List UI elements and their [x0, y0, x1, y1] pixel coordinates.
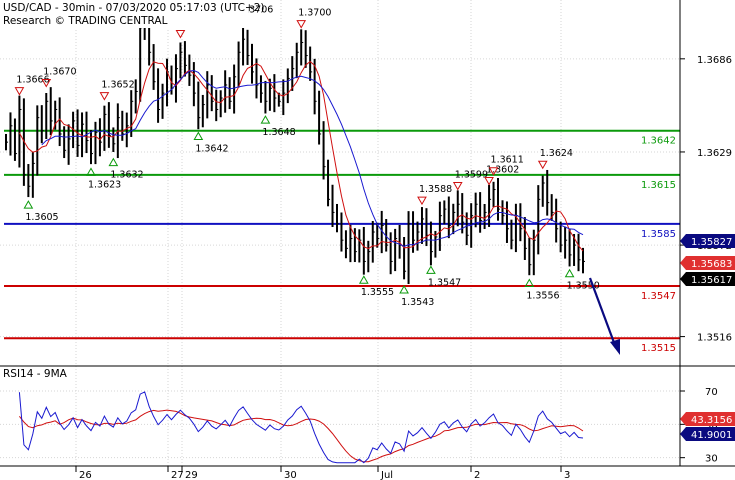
peak-label: 1.3670: [43, 67, 76, 78]
peak-label: 1.3700: [298, 8, 331, 19]
x-tick-label: 30: [284, 470, 297, 480]
price-tag-label: 1.35617: [691, 275, 732, 286]
x-tick-label: Jul: [380, 470, 393, 480]
trough-label: 1.3623: [88, 179, 121, 190]
trough-label: 1.3543: [401, 297, 434, 308]
y-tick-label: 1.3629: [697, 148, 732, 159]
rsi-title: RSI14 - 9MA: [3, 368, 68, 380]
y-tick-label: 1.3516: [697, 333, 732, 344]
rsi-tag-label: 43.3156: [691, 415, 732, 426]
x-tick-label: 29: [185, 470, 198, 480]
peak-label: 1.3624: [540, 148, 573, 159]
rsi-y-tick-label: 30: [705, 454, 718, 465]
trough-label: 1.3648: [262, 127, 295, 138]
level-label: 1.3547: [641, 291, 676, 302]
trough-label: 1.3556: [526, 291, 559, 302]
price-tag-label: 1.35827: [691, 237, 732, 248]
trough-label: 1.3605: [25, 212, 58, 223]
x-tick-label: 3: [564, 470, 570, 480]
trough-label: 1.3547: [428, 277, 461, 288]
peak-label: 1.3652: [101, 80, 134, 91]
rsi-panel-bg: [0, 366, 680, 466]
trough-label: 1.3555: [361, 287, 394, 298]
y-tick-label: 1.3686: [697, 55, 732, 66]
chart-title: USD/CAD - 30min - 07/03/2020 05:17:03 (U…: [3, 2, 265, 14]
level-label: 1.3642: [641, 136, 676, 147]
x-tick-label: 26: [79, 470, 92, 480]
peak-label: 1.3611: [491, 155, 524, 166]
level-label: 1.3515: [641, 343, 676, 354]
peak-label: 1.3588: [419, 184, 452, 195]
trough-label: 1.3642: [195, 143, 228, 154]
rsi-y-tick-label: 70: [705, 387, 718, 398]
price-chart: 1.36421.36151.35851.35471.3515 1.36661.3…: [0, 0, 735, 480]
level-label: 1.3615: [641, 180, 676, 191]
chart-subtitle: Research © TRADING CENTRAL: [3, 15, 168, 27]
x-tick-label: 2: [474, 470, 480, 480]
price-tag-label: 1.35683: [691, 259, 732, 270]
level-label: 1.3585: [641, 229, 676, 240]
rsi-tag-label: 41.9001: [691, 430, 732, 441]
peak-label: 1.3599: [455, 169, 488, 180]
trough-label: 1.3632: [110, 170, 143, 181]
